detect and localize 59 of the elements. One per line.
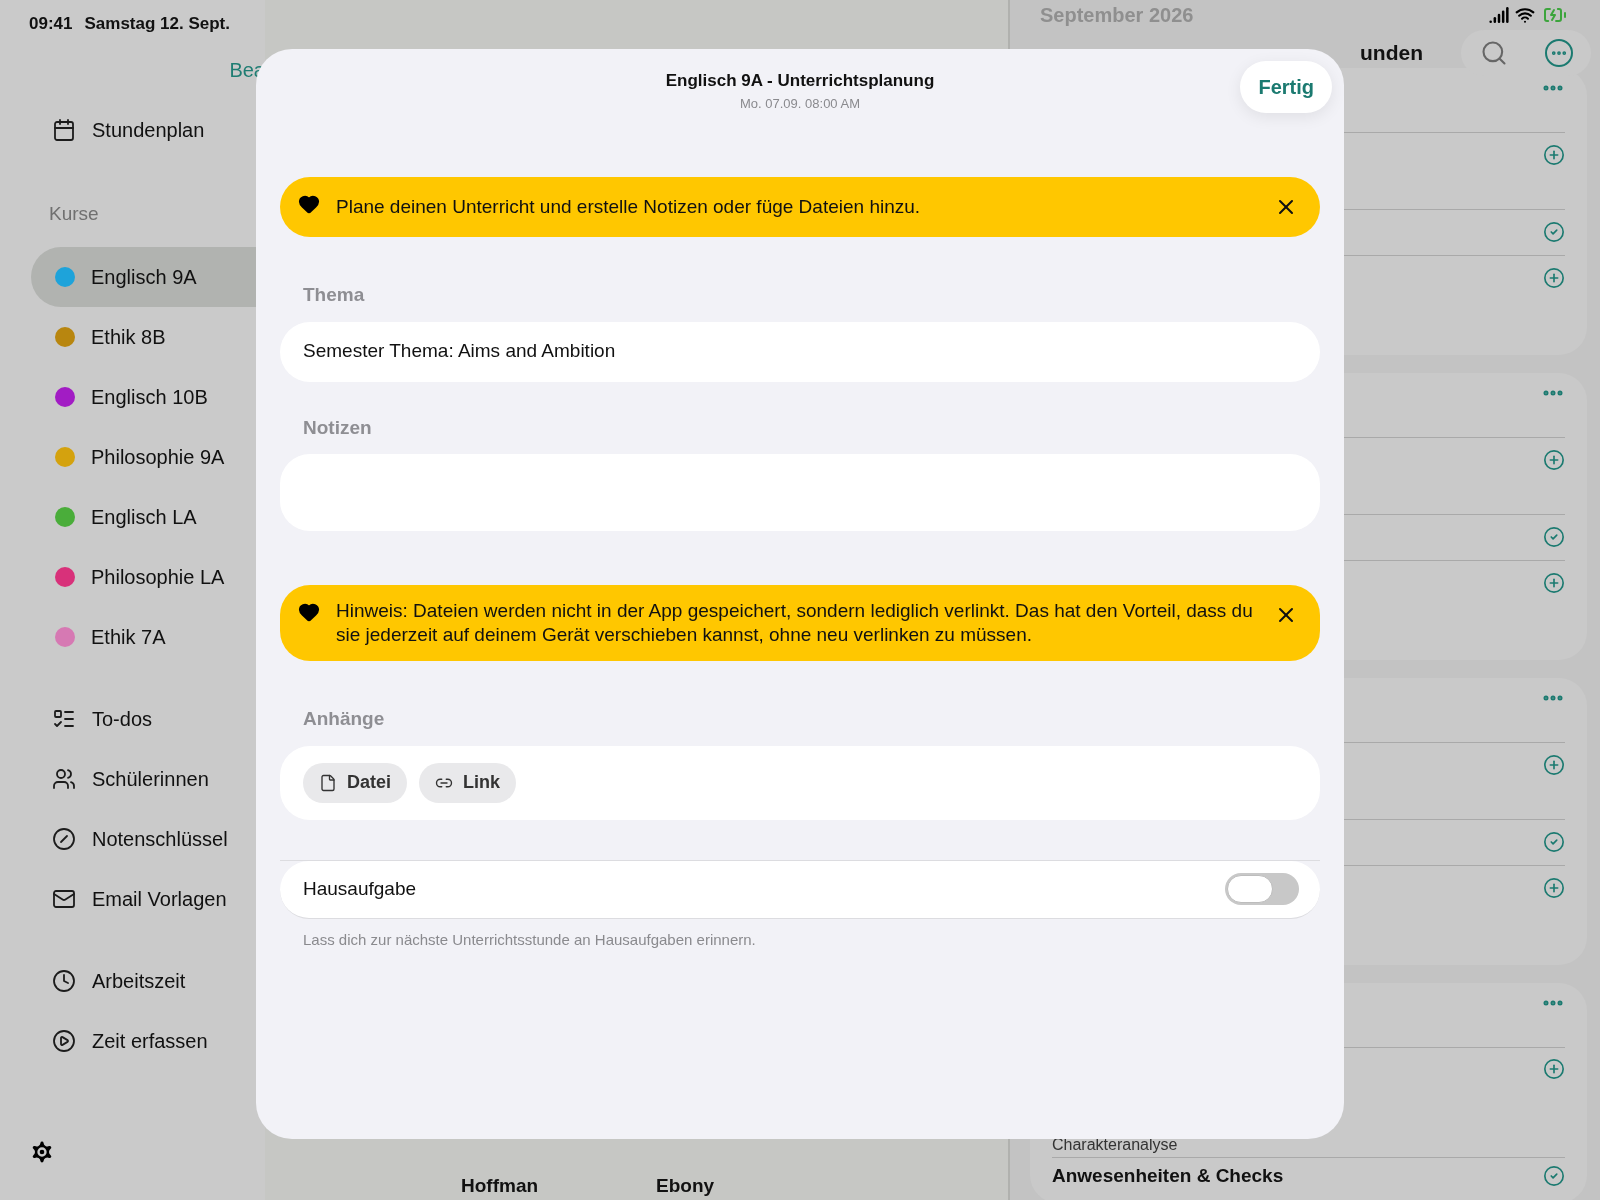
homework-toggle[interactable] <box>1225 873 1299 905</box>
check-circle-icon[interactable] <box>1543 526 1565 548</box>
attachment-button[interactable]: Link <box>419 762 517 803</box>
sidebar-item[interactable]: To-dos <box>92 703 153 734</box>
banner-text: Hinweis: Dateien werden nicht in der App gespeichert, sondern lediglich verlinkt. Das hat den Vorteil, dass du sie jederzeit auf deinem Gerät verschieben kannst, ohne neu verlinken zu müssen. <box>336 599 1254 647</box>
check-circle-icon[interactable] <box>1543 221 1565 243</box>
field-label: Thema <box>303 283 366 307</box>
student-name: Ebony <box>656 1173 715 1198</box>
plus-circle-icon[interactable] <box>1543 754 1565 776</box>
plus-circle-icon[interactable] <box>1543 877 1565 899</box>
clock-icon <box>52 968 76 993</box>
sidebar-item[interactable]: Stundenplan <box>92 115 205 145</box>
check-circle-icon[interactable] <box>1543 831 1565 853</box>
banner-text: Plane deinen Unterricht und erstelle Notizen oder füge Dateien hinzu. <box>336 195 922 219</box>
done-button[interactable]: Fertig <box>1240 61 1332 113</box>
signal-icon <box>1489 5 1509 25</box>
field-label: Anhänge <box>303 707 386 731</box>
homework-hint: Lass dich zur nächste Unterrichtsstunde an Hausaufgaben erinnern. <box>303 929 757 950</box>
course-name: Englisch 10B <box>91 384 208 410</box>
attachment-button[interactable]: Datei <box>303 762 407 803</box>
search-icon[interactable] <box>1479 39 1508 67</box>
check-circle-icon[interactable] <box>1543 1165 1565 1187</box>
course-name: Philosophie LA <box>91 564 225 590</box>
document-icon <box>319 773 337 792</box>
status-date: Samstag 12. Sept. <box>84 13 230 36</box>
course-name: Philosophie 9A <box>91 444 225 470</box>
people-icon <box>52 766 76 791</box>
status-time: 09:41 <box>29 13 73 36</box>
row-subtitle: Charakteranalyse <box>1052 1135 1179 1155</box>
sidebar-item[interactable]: Schülerinnen <box>92 763 209 794</box>
plus-circle-icon[interactable] <box>1543 572 1565 594</box>
field-label: Notizen <box>303 415 373 440</box>
row-title: Anwesenheiten & Checks <box>1052 1163 1284 1188</box>
heart-icon <box>298 193 320 215</box>
sheet-title: Englisch 9A - Unterrichtsplanung <box>665 70 935 92</box>
calendar-icon <box>52 118 76 142</box>
wifi-icon <box>1515 5 1535 25</box>
heart-icon <box>298 601 320 623</box>
course-name: Englisch LA <box>91 504 197 530</box>
more-icon[interactable] <box>1544 39 1573 67</box>
plus-circle-icon[interactable] <box>1543 1057 1565 1080</box>
plus-circle-icon[interactable] <box>1543 144 1565 166</box>
student-name: Hoffman <box>461 1173 539 1198</box>
play-icon <box>52 1028 76 1053</box>
sidebar-item[interactable]: Email Vorlagen <box>92 883 227 914</box>
plus-circle-icon[interactable] <box>1543 267 1565 289</box>
section-title: Kurse <box>49 202 100 226</box>
course-name: Englisch 9A <box>91 264 197 290</box>
sidebar-item[interactable]: Notenschlüssel <box>92 823 228 854</box>
homework-label: Hausaufgabe <box>303 876 417 901</box>
sidebar-item[interactable]: Zeit erfassen <box>92 1025 208 1056</box>
panel-title: unden <box>1360 40 1423 67</box>
topic-field[interactable]: Semester Thema: Aims and Ambition <box>280 321 1320 382</box>
sheet-subtitle: Mo. 07.09. 08:00 AM <box>740 94 860 113</box>
course-name: Ethik 8B <box>91 324 166 350</box>
sidebar-item[interactable]: Arbeitszeit <box>92 965 186 996</box>
course-name: Ethik 7A <box>91 624 166 650</box>
plus-circle-icon[interactable] <box>1543 449 1565 471</box>
slashed-circle-icon <box>52 826 76 851</box>
